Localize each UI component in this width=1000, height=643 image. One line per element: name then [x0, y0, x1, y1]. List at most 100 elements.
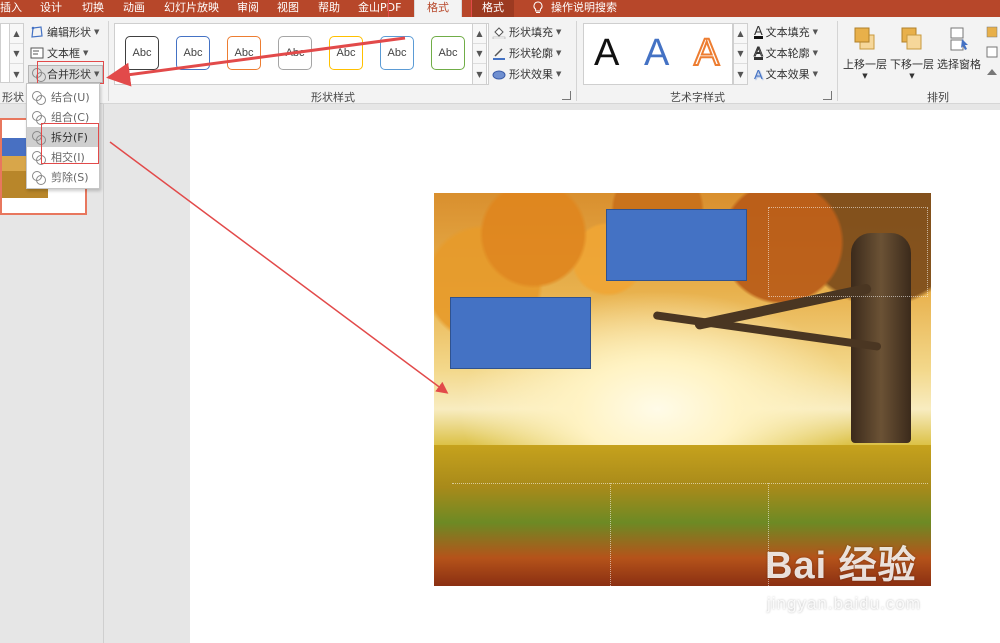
thumb-text: Abc [336, 47, 356, 59]
tab-transitions[interactable]: 切换 [82, 1, 104, 14]
text-effects-icon: A [754, 66, 763, 82]
bring-forward-button[interactable]: 上移一层 ▼ [843, 25, 887, 80]
shape-styles-group-label: 形状样式 [311, 91, 355, 104]
edit-shape-icon [31, 26, 43, 38]
shape-style-thumb[interactable]: Abc [380, 36, 414, 70]
text-fill-button[interactable]: A 文本填充 ▼ [754, 23, 818, 41]
shape-styles-scroll[interactable]: ▲ ▼ ▼ [472, 23, 487, 85]
tab-animations[interactable]: 动画 [123, 1, 145, 14]
wordart-style-blue[interactable]: A [644, 30, 669, 76]
shape-style-thumb[interactable]: Abc [125, 36, 159, 70]
text-box-button[interactable]: 文本框 ▼ [30, 44, 88, 62]
send-backward-icon [901, 27, 922, 50]
shape-fill-button[interactable]: 形状填充 ▼ [492, 23, 561, 41]
scroll-up-icon[interactable]: ▲ [10, 24, 23, 44]
shape-gallery-scroll[interactable]: ▲ ▼ ▼ [9, 23, 24, 83]
edit-shape-label: 编辑形状 [47, 26, 91, 39]
shape-style-thumb[interactable]: Abc [176, 36, 210, 70]
send-backward-button[interactable]: 下移一层 ▼ [890, 25, 934, 80]
shape-effects-button[interactable]: 形状效果 ▼ [492, 65, 561, 83]
shape-styles-gallery: Abc Abc Abc Abc Abc Abc Abc [114, 23, 489, 85]
send-backward-label: 下移一层 [890, 58, 934, 71]
thumb-text: Abc [132, 47, 152, 59]
shape-style-thumb[interactable]: Abc [329, 36, 363, 70]
wordart-style-black[interactable]: A [594, 30, 619, 76]
subtract-icon [32, 171, 46, 185]
tab-design[interactable]: 设计 [40, 1, 62, 14]
wordart-scroll[interactable]: ▲ ▼ ▼ [733, 23, 748, 85]
gallery-more-icon[interactable]: ▼ [473, 64, 486, 84]
thumb-text: Abc [285, 47, 305, 59]
blue-rectangle-shape[interactable] [606, 209, 747, 281]
gallery-more-icon[interactable]: ▼ [10, 64, 23, 84]
scroll-down-icon[interactable]: ▼ [10, 44, 23, 64]
baidu-jingyan-watermark: Bai 经验 jingyan.baidu.com [765, 534, 965, 624]
menu-item-label: 结合(U) [51, 91, 90, 104]
group-divider [576, 21, 577, 101]
shape-outline-label: 形状轮廓 [509, 47, 553, 60]
combine-icon [32, 111, 46, 125]
bring-forward-label: 上移一层 [843, 58, 887, 71]
thumb-text: Abc [183, 47, 203, 59]
shape-effects-icon [492, 70, 506, 80]
watermark-url: jingyan.baidu.com [767, 594, 922, 613]
shape-outline-button[interactable]: 形状轮廓 ▼ [492, 44, 561, 62]
align-icon [986, 26, 998, 75]
ribbon-tab-bar: 插入 设计 切换 动画 幻灯片放映 审阅 视图 帮助 金山PDF 格式 格式 操… [0, 0, 1000, 18]
menu-item-subtract[interactable]: 剪除(S) [27, 167, 99, 187]
wordart-gallery: A A A [583, 23, 733, 85]
scroll-down-icon[interactable]: ▼ [473, 44, 486, 64]
selection-pane-icon [950, 27, 968, 51]
selection-pane-label: 选择窗格 [937, 58, 981, 71]
insert-shapes-group-label: 形状 [2, 91, 24, 104]
tell-me-search[interactable]: 操作说明搜索 [533, 1, 617, 14]
tell-me-label: 操作说明搜索 [551, 1, 617, 14]
shape-style-thumb[interactable]: Abc [278, 36, 312, 70]
ribbon: ▲ ▼ ▼ 编辑形状 ▼ 文本框 ▼ 合并形状 ▼ 形状 Abc Abc Abc Ab… [0, 17, 1000, 104]
gallery-more-icon[interactable]: ▼ [734, 64, 747, 84]
group-divider [837, 21, 838, 101]
edit-shape-button[interactable]: 编辑形状 ▼ [30, 23, 99, 41]
tab-review[interactable]: 审阅 [237, 1, 259, 14]
split-piece-outline [452, 483, 928, 484]
merge-button-highlight-frame [37, 61, 104, 84]
tab-view[interactable]: 视图 [277, 1, 299, 14]
tab-format-active[interactable]: 格式 [414, 0, 462, 18]
pen-outline-icon [493, 48, 505, 60]
tab-format-context[interactable]: 格式 [472, 0, 514, 17]
menu-item-union[interactable]: 结合(U) [27, 87, 99, 107]
text-fill-label: 文本填充 [765, 26, 810, 39]
split-piece-outline [768, 207, 928, 297]
tab-help[interactable]: 帮助 [318, 1, 340, 14]
tab-insert[interactable]: 插入 [0, 1, 22, 14]
scroll-up-icon[interactable]: ▲ [473, 24, 486, 44]
workspace-background [105, 104, 190, 643]
text-outline-button[interactable]: A 文本轮廓 ▼ [754, 44, 818, 62]
text-fill-icon: A [754, 23, 763, 39]
dialog-launcher-icon[interactable] [562, 91, 571, 100]
text-box-label: 文本框 [47, 47, 80, 60]
split-piece-outline [610, 483, 611, 586]
bring-forward-icon [854, 27, 875, 50]
arrange-group-label: 排列 [927, 91, 949, 104]
shape-style-thumb[interactable]: Abc [431, 36, 465, 70]
shape-style-thumb[interactable]: Abc [227, 36, 261, 70]
scroll-down-icon[interactable]: ▼ [734, 44, 747, 64]
align-tools-partial[interactable] [985, 25, 999, 85]
wordart-group-label: 艺术字样式 [670, 91, 725, 104]
selection-pane-button[interactable]: 选择窗格 [937, 25, 981, 72]
thumb-text: Abc [234, 47, 254, 59]
text-effects-label: 文本效果 [765, 68, 810, 81]
dialog-launcher-icon[interactable] [823, 91, 832, 100]
tab-slideshow[interactable]: 幻灯片放映 [164, 1, 219, 14]
text-box-icon [30, 47, 44, 59]
text-effects-button[interactable]: A 文本效果 ▼ [754, 65, 818, 83]
paint-bucket-icon [492, 27, 506, 39]
wordart-style-orange-outline[interactable]: A [693, 30, 720, 76]
text-outline-icon: A [754, 44, 763, 60]
thumb-text: Abc [438, 47, 458, 59]
blue-rectangle-shape[interactable] [450, 297, 591, 369]
lightbulb-icon [533, 1, 543, 13]
tab-wps-pdf[interactable]: 金山PDF [358, 1, 401, 14]
scroll-up-icon[interactable]: ▲ [734, 24, 747, 44]
